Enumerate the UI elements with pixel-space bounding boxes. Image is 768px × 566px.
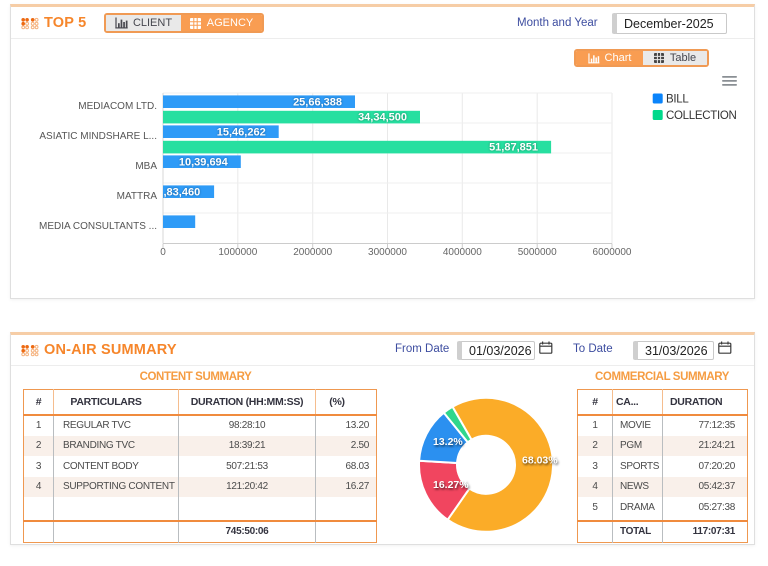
svg-text:10,39,694: 10,39,694: [179, 157, 229, 169]
svg-text:0: 0: [160, 247, 166, 258]
svg-text:5000000: 5000000: [518, 247, 557, 258]
svg-text:2000000: 2000000: [293, 247, 332, 258]
svg-text:4000000: 4000000: [443, 247, 482, 258]
svg-text:1000000: 1000000: [218, 247, 257, 258]
svg-text:MEDIACOM LTD.: MEDIACOM LTD.: [78, 101, 157, 112]
svg-text:6000000: 6000000: [593, 247, 632, 258]
svg-text:51,87,851: 51,87,851: [489, 142, 538, 154]
svg-text:BILL: BILL: [666, 94, 689, 106]
svg-text:34,34,500: 34,34,500: [358, 112, 407, 124]
svg-text:13.2%: 13.2%: [433, 436, 463, 448]
svg-text:MEDIA CONSULTANTS ...: MEDIA CONSULTANTS ...: [39, 221, 157, 232]
svg-text:MATTRA: MATTRA: [117, 191, 158, 202]
svg-text:16.27%: 16.27%: [433, 479, 469, 491]
svg-text:25,66,388: 25,66,388: [293, 97, 342, 109]
svg-text:68.03%: 68.03%: [522, 455, 558, 467]
svg-text:ASIATIC MINDSHARE L...: ASIATIC MINDSHARE L...: [39, 131, 157, 142]
svg-text:15,46,262: 15,46,262: [217, 127, 266, 139]
svg-text:MBA: MBA: [135, 161, 157, 172]
svg-text:,83,460: ,83,460: [164, 187, 201, 199]
svg-text:3000000: 3000000: [368, 247, 407, 258]
svg-text:COLLECTION: COLLECTION: [666, 110, 737, 122]
